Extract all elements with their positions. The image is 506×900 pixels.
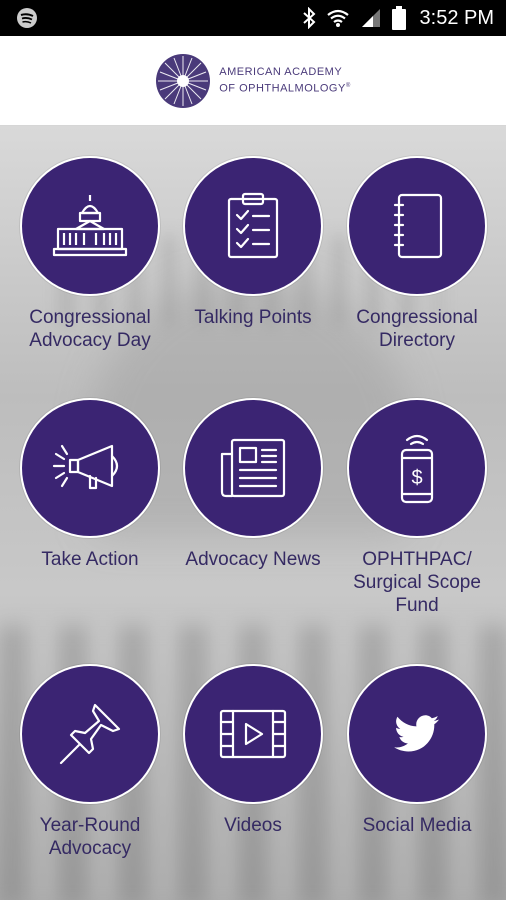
label-line: Directory bbox=[378, 330, 455, 351]
tile-advocacy-news[interactable]: Advocacy News bbox=[171, 398, 335, 571]
label-line: Year-Round bbox=[39, 815, 141, 836]
label-line: Advocacy bbox=[48, 838, 132, 859]
clipboard-checklist-icon bbox=[227, 192, 279, 259]
tile-social-media[interactable]: Social Media bbox=[335, 664, 499, 837]
label-line: Congressional bbox=[356, 307, 478, 328]
tile-talking-points[interactable]: Talking Points bbox=[171, 156, 335, 329]
congressional-advocacy-day-button[interactable] bbox=[20, 156, 160, 296]
trademark-mark: ® bbox=[345, 83, 351, 90]
tile-take-action[interactable]: Take Action bbox=[8, 398, 172, 571]
tile-congressional-directory[interactable]: Congressional Directory bbox=[335, 156, 499, 352]
label-line: Advocacy Day bbox=[29, 330, 151, 351]
newspaper-icon bbox=[220, 438, 286, 498]
clock-time: 3:52 PM bbox=[419, 6, 494, 29]
label-line: Social Media bbox=[362, 815, 472, 836]
org-name-line2: OF OPHTHALMOLOGY bbox=[219, 82, 346, 95]
tile-label: Advocacy News bbox=[171, 548, 335, 571]
capitol-icon bbox=[52, 195, 128, 257]
wifi-icon bbox=[326, 8, 350, 28]
tile-label: OPHTHPAC/ Surgical Scope Fund bbox=[335, 548, 499, 617]
label-line: Talking Points bbox=[194, 307, 312, 328]
ophthpac-button[interactable]: $ bbox=[347, 398, 487, 538]
tile-label: Congressional Advocacy Day bbox=[8, 306, 172, 352]
congressional-directory-button[interactable] bbox=[347, 156, 487, 296]
label-line: OPHTHPAC/ bbox=[362, 549, 472, 570]
tile-year-round-advocacy[interactable]: Year-Round Advocacy bbox=[8, 664, 172, 860]
tile-congressional-advocacy-day[interactable]: Congressional Advocacy Day bbox=[8, 156, 172, 352]
label-line: Videos bbox=[224, 815, 282, 836]
tile-videos[interactable]: Videos bbox=[171, 664, 335, 837]
megaphone-icon bbox=[52, 444, 119, 490]
tile-label: Videos bbox=[171, 814, 335, 837]
tile-label: Social Media bbox=[335, 814, 499, 837]
svg-text:$: $ bbox=[411, 467, 422, 489]
talking-points-button[interactable] bbox=[183, 156, 323, 296]
twitter-bird-icon bbox=[394, 715, 440, 752]
tile-label: Year-Round Advocacy bbox=[8, 814, 172, 860]
label-line: Surgical Scope bbox=[353, 572, 481, 593]
label-line: Congressional bbox=[29, 307, 151, 328]
social-media-button[interactable] bbox=[347, 664, 487, 804]
org-name-line1: AMERICAN ACADEMY bbox=[219, 66, 343, 79]
starburst-logo-icon bbox=[156, 53, 211, 108]
status-bar: 3:52 PM bbox=[0, 0, 506, 36]
pushpin-icon bbox=[59, 703, 121, 765]
bluetooth-icon bbox=[302, 7, 316, 29]
videos-button[interactable] bbox=[183, 664, 323, 804]
advocacy-news-button[interactable] bbox=[183, 398, 323, 538]
tile-ophthpac[interactable]: $ OPHTHPAC/ Surgical Scope Fund bbox=[335, 398, 499, 617]
signal-icon bbox=[360, 7, 382, 29]
label-line: Advocacy News bbox=[185, 549, 321, 570]
tile-label: Congressional Directory bbox=[335, 306, 499, 352]
battery-icon bbox=[391, 6, 406, 30]
take-action-button[interactable] bbox=[20, 398, 160, 538]
label-line: Fund bbox=[395, 595, 439, 616]
mobile-payment-icon: $ bbox=[400, 434, 434, 504]
tile-label: Take Action bbox=[8, 548, 172, 571]
tile-label: Talking Points bbox=[171, 306, 335, 329]
notebook-icon bbox=[393, 193, 443, 259]
year-round-advocacy-button[interactable] bbox=[20, 664, 160, 804]
aao-logo: AMERICAN ACADEMY OF OPHTHALMOLOGY® bbox=[155, 53, 351, 109]
spotify-icon bbox=[16, 7, 38, 29]
video-film-icon bbox=[219, 709, 287, 759]
app-header: AMERICAN ACADEMY OF OPHTHALMOLOGY® bbox=[0, 36, 506, 126]
label-line: Take Action bbox=[41, 549, 139, 570]
